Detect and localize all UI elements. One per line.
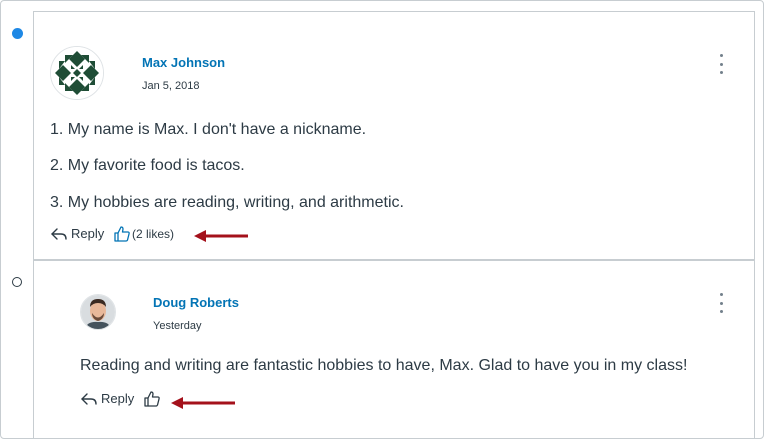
read-indicator[interactable] [12,277,22,287]
annotation-arrow-icon [194,230,248,242]
more-options-icon[interactable] [715,293,727,313]
person-photo-avatar-icon [81,295,115,329]
likes-count: (2 likes) [132,227,175,241]
reply-button[interactable]: Reply [50,226,104,241]
post-line-2: 2. My favorite food is tacos. [50,157,245,174]
discussion-entry-main: Max Johnson Jan 5, 2018 1. My name is Ma… [33,11,755,262]
discussion-thread: Max Johnson Jan 5, 2018 1. My name is Ma… [0,0,764,439]
thumbs-up-icon [114,226,130,242]
author-name[interactable]: Doug Roberts [153,295,239,310]
discussion-entry-reply: Doug Roberts Yesterday Reading and writi… [33,260,755,438]
reply-body: Reading and writing are fantastic hobbie… [80,357,688,374]
more-options-icon[interactable] [715,54,727,74]
reply-arrow-icon [51,227,67,240]
reply-button[interactable]: Reply [80,391,134,406]
annotation-arrow-icon [171,397,235,409]
like-button[interactable] [143,390,161,408]
post-date: Jan 5, 2018 [142,80,200,92]
avatar[interactable] [80,294,116,330]
post-date: Yesterday [153,320,202,332]
avatar[interactable] [50,46,104,100]
unread-indicator [12,28,23,39]
thumbs-up-icon [144,391,160,407]
quilt-pattern-avatar-icon [51,47,103,99]
author-name[interactable]: Max Johnson [142,55,225,70]
reply-label: Reply [101,391,135,406]
post-line-3: 3. My hobbies are reading, writing, and … [50,194,404,211]
like-button[interactable]: (2 likes) [113,225,174,243]
post-line-1: 1. My name is Max. I don't have a nickna… [50,121,367,138]
reply-arrow-icon [81,392,97,405]
reply-label: Reply [71,226,105,241]
